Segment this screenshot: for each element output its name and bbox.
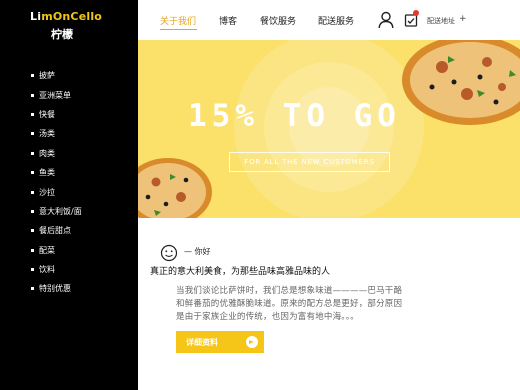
- sidebar-item-label: 亚洲菜单: [39, 90, 71, 100]
- sidebar-item-fast-food[interactable]: 快餐: [31, 105, 82, 124]
- sidebar-item-side-dishes[interactable]: 配菜: [31, 241, 82, 260]
- sidebar-item-fish[interactable]: 鱼类: [31, 163, 82, 182]
- promo-headline: 15% TO GO: [188, 98, 401, 134]
- sidebar-item-label: 配菜: [39, 245, 55, 255]
- sidebar-item-risotto-pasta[interactable]: 意大利饭/面: [31, 202, 82, 221]
- details-button[interactable]: 详细资料: [176, 331, 264, 353]
- sidebar-item-salad[interactable]: 沙拉: [31, 182, 82, 201]
- sidebar: LimOnCello 柠檬 披萨 亚洲菜单 快餐 汤类 肉类 鱼类 沙拉 意大利…: [0, 0, 138, 390]
- bullet-icon: [31, 151, 34, 155]
- sidebar-item-label: 特别优惠: [39, 284, 71, 294]
- bullet-icon: [31, 209, 34, 213]
- paragraph-line: 和鲜番茄的优雅酥脆味道。原来的配方总是更好，部分原因: [176, 299, 403, 309]
- bullet-icon: [31, 132, 34, 136]
- bullet-icon: [31, 268, 34, 272]
- bullet-icon: [31, 112, 34, 116]
- paragraph-line: 是由于家族企业的传统，也因为富有地中海。。。: [176, 312, 359, 322]
- sidebar-item-asian-menu[interactable]: 亚洲菜单: [31, 85, 82, 104]
- sidebar-item-label: 餐后甜点: [39, 226, 71, 236]
- delivery-address-link[interactable]: 配送地址: [427, 16, 455, 26]
- brand-logo[interactable]: LimOnCello 柠檬: [30, 10, 103, 42]
- bullet-icon: [31, 248, 34, 252]
- user-icon[interactable]: [378, 11, 394, 29]
- sidebar-item-special-offers[interactable]: 特别优惠: [31, 279, 82, 298]
- nav-blog[interactable]: 博客: [219, 14, 237, 27]
- promo-banner: 15% TO GO FOR ALL THE NEW CUSTOMERS: [138, 40, 520, 218]
- bullet-icon: [31, 229, 34, 233]
- nav-delivery[interactable]: 配送服务: [318, 14, 354, 27]
- sidebar-item-meat[interactable]: 肉类: [31, 144, 82, 163]
- sidebar-item-soup[interactable]: 汤类: [31, 124, 82, 143]
- bullet-icon: [31, 171, 34, 175]
- section-headline: 真正的意大利美食，为那些品味高雅品味的人: [150, 267, 331, 277]
- sidebar-item-label: 鱼类: [39, 168, 55, 178]
- promo-subtitle-box: FOR ALL THE NEW CUSTOMERS: [229, 152, 390, 172]
- sidebar-item-label: 饮料: [39, 265, 55, 275]
- about-paragraph: 当我们谈论比萨饼时，我们总是想象味道————巴马干酪 和鲜番茄的优雅酥脆味道。原…: [176, 285, 512, 324]
- about-section: — 你好 真正的意大利美食，为那些品味高雅品味的人 当我们谈论比萨饼时，我们总是…: [138, 218, 520, 390]
- sidebar-item-label: 披萨: [39, 71, 55, 81]
- bullet-icon: [31, 287, 34, 291]
- top-nav: 关于我们 博客 餐饮服务 配送服务 配送地址 +: [138, 0, 520, 40]
- logo-wordmark: LimOnCello: [30, 10, 103, 23]
- smile-icon: [160, 244, 178, 262]
- logo-chinese-name: 柠檬: [51, 28, 73, 41]
- sidebar-item-label: 意大利饭/面: [39, 206, 82, 216]
- bullet-icon: [31, 74, 34, 78]
- notification-badge: [413, 10, 419, 16]
- sidebar-item-label: 沙拉: [39, 187, 55, 197]
- nav-catering[interactable]: 餐饮服务: [260, 14, 296, 27]
- promo-subtitle: FOR ALL THE NEW CUSTOMERS: [244, 158, 375, 166]
- active-nav-underline: [160, 29, 197, 30]
- sidebar-item-drinks[interactable]: 饮料: [31, 260, 82, 279]
- details-button-label: 详细资料: [186, 338, 218, 347]
- nav-about-us[interactable]: 关于我们: [160, 14, 196, 27]
- sidebar-item-dessert[interactable]: 餐后甜点: [31, 221, 82, 240]
- paragraph-line: 当我们谈论比萨饼时，我们总是想象味道————巴马干酪: [176, 286, 403, 296]
- sidebar-menu: 披萨 亚洲菜单 快餐 汤类 肉类 鱼类 沙拉 意大利饭/面 餐后甜点 配菜 饮料…: [31, 66, 82, 299]
- sidebar-item-label: 汤类: [39, 129, 55, 139]
- pizza-image-bottom-left: [138, 158, 212, 218]
- arrow-right-icon: [246, 336, 258, 348]
- add-address-icon[interactable]: +: [459, 14, 467, 24]
- sidebar-item-label: 肉类: [39, 148, 55, 158]
- bullet-icon: [31, 190, 34, 194]
- sidebar-item-pizza[interactable]: 披萨: [31, 66, 82, 85]
- sidebar-item-label: 快餐: [39, 109, 55, 119]
- greeting-text: — 你好: [184, 247, 211, 256]
- pizza-image-top-right: [402, 40, 520, 125]
- bullet-icon: [31, 93, 34, 97]
